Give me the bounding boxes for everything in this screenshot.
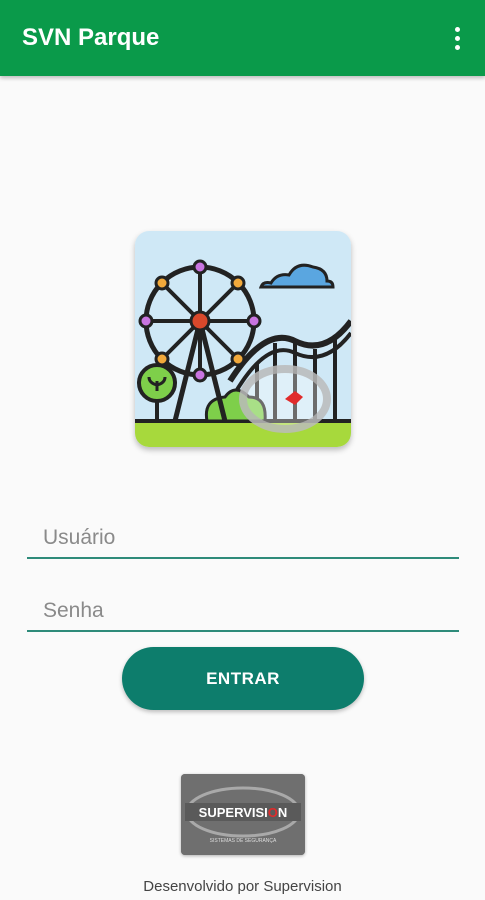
app-bar: SVN Parque (0, 0, 485, 76)
app-title: SVN Parque (22, 24, 160, 51)
supervision-logo: SUPERVISION SISTEMAS DE SEGURANÇA (181, 774, 305, 855)
password-input[interactable] (41, 598, 445, 624)
amusement-park-icon (135, 231, 351, 447)
svg-text:SUPERVISION: SUPERVISION (199, 805, 288, 820)
password-field[interactable] (27, 570, 459, 632)
username-input[interactable] (41, 525, 445, 551)
footer-credit: Desenvolvido por Supervision (143, 878, 342, 895)
svg-text:SISTEMAS DE SEGURANÇA: SISTEMAS DE SEGURANÇA (210, 838, 277, 844)
login-button[interactable]: ENTRAR (122, 647, 364, 710)
username-field[interactable] (27, 497, 459, 559)
more-vert-icon[interactable] (443, 20, 471, 56)
